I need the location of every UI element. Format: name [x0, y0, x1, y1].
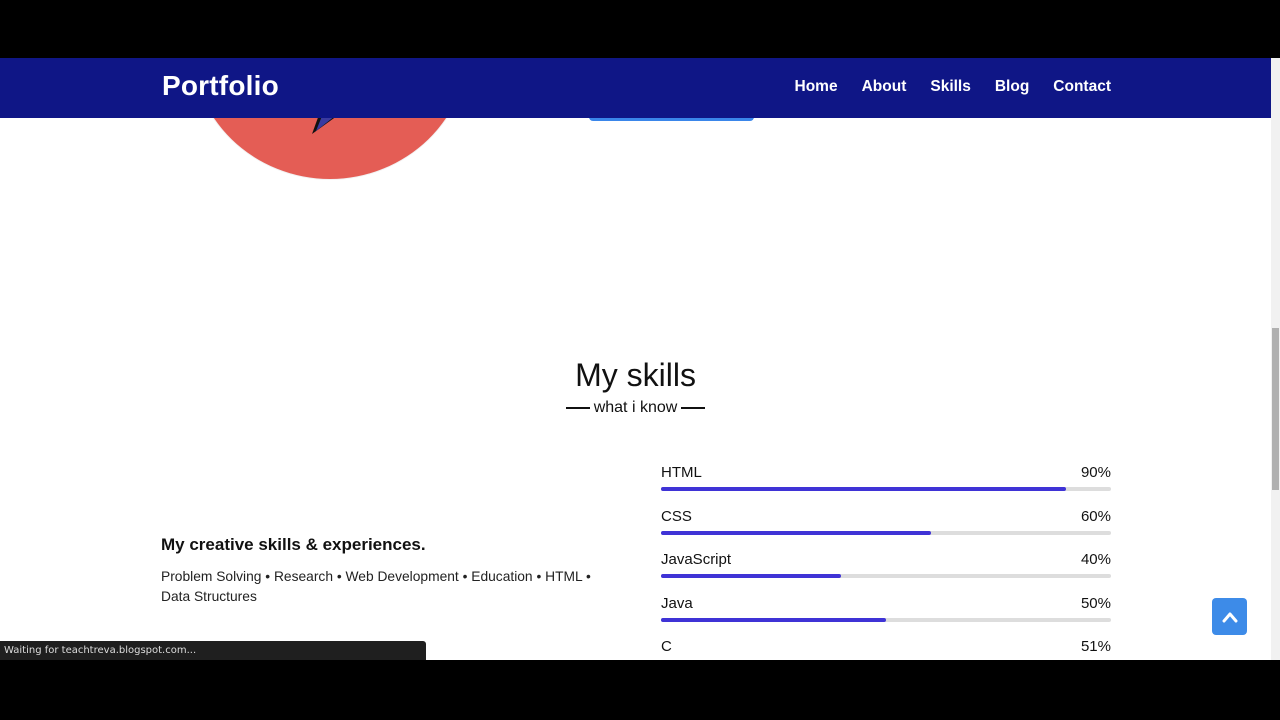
site-logo[interactable]: Portfolio: [162, 70, 279, 102]
progress-track: [661, 574, 1111, 578]
nav-link-blog[interactable]: Blog: [995, 78, 1029, 96]
skills-heading: My creative skills & experiences.: [161, 535, 426, 554]
subtitle-right-line: [681, 406, 706, 409]
section-subtitle: what i know: [0, 399, 1271, 417]
skills-description: Problem Solving • Research • Web Develop…: [161, 569, 591, 604]
skill-bar-java: Java 50%: [661, 594, 1111, 638]
section-title: My skills: [575, 357, 696, 393]
skill-percent: 50%: [1080, 594, 1111, 612]
nav-link-home[interactable]: Home: [795, 78, 838, 96]
skill-bar-javascript: JavaScript 40%: [661, 550, 1111, 594]
skill-bar-html: HTML 90%: [661, 463, 1111, 507]
page-scrollbar[interactable]: [1271, 58, 1280, 660]
chevron-up-icon: [1222, 612, 1237, 622]
skill-bar-c: C 51%: [661, 637, 1111, 660]
scroll-to-top-button[interactable]: [1212, 598, 1247, 635]
skill-name: C: [661, 638, 672, 655]
main-nav: Home About Skills Blog Contact: [795, 78, 1111, 96]
browser-status-bar: Waiting for teachtreva.blogspot.com...: [0, 641, 426, 660]
skill-name: HTML: [661, 464, 702, 481]
subtitle-left-line: [565, 406, 590, 409]
skill-bar-css: CSS 60%: [661, 507, 1111, 551]
browser-viewport: Portfolio Home About Skills Blog Contact…: [0, 58, 1280, 660]
scrollbar-thumb[interactable]: [1272, 328, 1279, 490]
progress-fill: [661, 487, 1066, 491]
progress-track: [661, 617, 1111, 622]
skill-percent: 40%: [1080, 551, 1111, 568]
progress-fill: [661, 617, 886, 622]
skill-percent: 51%: [1080, 638, 1111, 655]
section-subtitle-text: what i know: [593, 399, 678, 416]
progress-fill: [661, 530, 931, 535]
skill-percent: 90%: [1080, 464, 1111, 481]
screen-letterbox-top: [0, 0, 1280, 58]
skill-percent: 60%: [1080, 507, 1111, 525]
skill-name: CSS: [661, 507, 692, 525]
nav-link-contact[interactable]: Contact: [1053, 78, 1111, 96]
progress-fill: [661, 574, 841, 578]
skill-name: JavaScript: [661, 551, 732, 568]
screen-letterbox-bottom: [0, 660, 1280, 720]
progress-track: [661, 487, 1111, 491]
skill-bars: HTML 90% CSS 60% JavaScript 40% Java 50%…: [661, 463, 1111, 660]
navbar: Portfolio Home About Skills Blog Contact: [0, 58, 1271, 118]
skill-name: Java: [661, 594, 693, 612]
nav-link-skills[interactable]: Skills: [930, 78, 971, 96]
nav-link-about[interactable]: About: [862, 78, 907, 96]
progress-track: [661, 530, 1111, 535]
